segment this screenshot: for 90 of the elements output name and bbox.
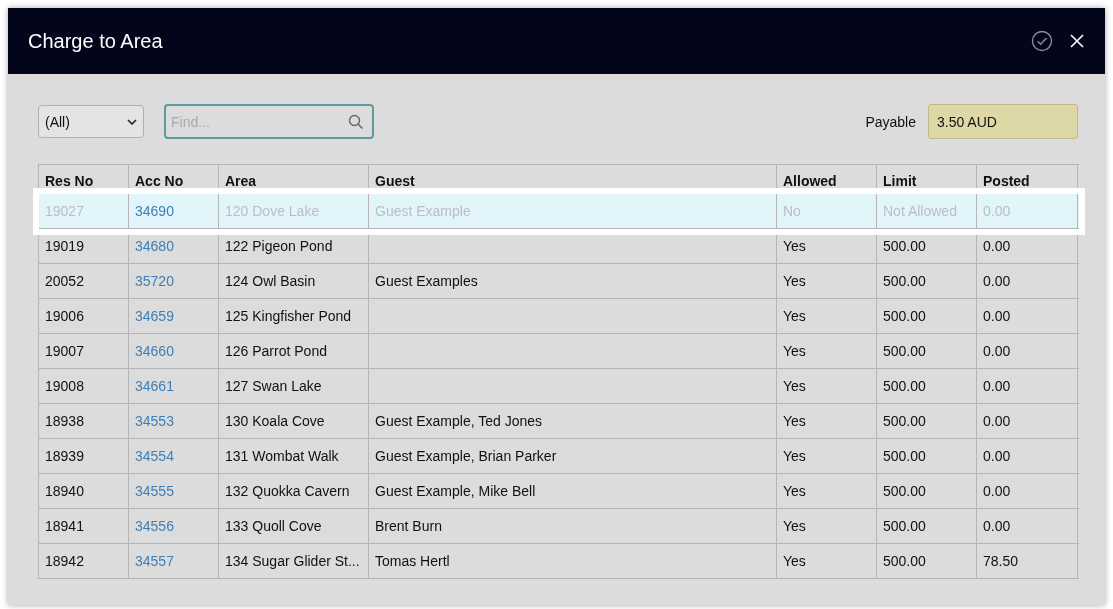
- table-cell: 124 Owl Basin: [225, 273, 316, 289]
- table-row[interactable]: 19006 34659 125 Kingfisher Pond Yes 500.00 0.00: [39, 299, 1079, 334]
- table-cell: 0.00: [983, 413, 1011, 429]
- table-cell: Yes: [783, 413, 806, 429]
- table-cell: Guest Example, Mike Bell: [375, 483, 536, 499]
- table-cell: 19008: [45, 378, 84, 394]
- table-cell: 500.00: [883, 308, 926, 324]
- confirm-icon[interactable]: [1031, 30, 1053, 52]
- account-link[interactable]: 34556: [135, 518, 174, 534]
- table-row[interactable]: 18942 34557 134 Sugar Glider St... Tomas Hertl Yes 500.00 78.50: [39, 544, 1079, 579]
- account-link[interactable]: 34557: [135, 553, 174, 569]
- account-link[interactable]: 34554: [135, 448, 174, 464]
- chevron-down-icon: [127, 118, 137, 125]
- table-cell: 0.00: [983, 343, 1011, 359]
- table-cell: Yes: [783, 343, 806, 359]
- table-cell: Yes: [783, 273, 806, 289]
- filter-dropdown[interactable]: (All): [38, 105, 144, 138]
- table-cell: 18941: [45, 518, 84, 534]
- table-row[interactable]: 18939 34554 131 Wombat Walk Guest Example, Brian Parker Yes 500.00 0.00: [39, 439, 1079, 474]
- table-cell: 0.00: [983, 483, 1011, 499]
- table-cell: 500.00: [883, 553, 926, 569]
- table-row[interactable]: 18938 34553 130 Koala Cove Guest Example, Ted Jones Yes 500.00 0.00: [39, 404, 1079, 439]
- table-row[interactable]: 19007 34660 126 Parrot Pond Yes 500.00 0.00: [39, 334, 1079, 369]
- table-cell: Brent Burn: [375, 518, 442, 534]
- table-cell: Yes: [783, 518, 806, 534]
- table-cell: Not Allowed: [883, 203, 957, 219]
- account-link[interactable]: 34660: [135, 343, 174, 359]
- table-cell: Yes: [783, 238, 806, 254]
- account-link[interactable]: 34555: [135, 483, 174, 499]
- table-cell: 18938: [45, 413, 84, 429]
- table-cell: 20052: [45, 273, 84, 289]
- table-cell: 500.00: [883, 378, 926, 394]
- table-cell: 18940: [45, 483, 84, 499]
- table-cell: 131 Wombat Walk: [225, 448, 339, 464]
- table-cell: Tomas Hertl: [375, 553, 450, 569]
- table-cell: 500.00: [883, 343, 926, 359]
- table-cell: Guest Examples: [375, 273, 478, 289]
- table-cell: 78.50: [983, 553, 1019, 569]
- table-row[interactable]: 18940 34555 132 Quokka Cavern Guest Example, Mike Bell Yes 500.00 0.00: [39, 474, 1079, 509]
- account-link[interactable]: 34661: [135, 378, 174, 394]
- table-cell: 0.00: [983, 518, 1011, 534]
- table-cell: Guest Example, Brian Parker: [375, 448, 557, 464]
- table-cell: Yes: [783, 308, 806, 324]
- table-cell: 500.00: [883, 448, 926, 464]
- table-cell: 19006: [45, 308, 84, 324]
- table-cell: 0.00: [983, 448, 1011, 464]
- payable-label: Payable: [865, 113, 916, 130]
- table-cell: 19027: [45, 203, 84, 219]
- account-link[interactable]: 34659: [135, 308, 174, 324]
- table-cell: 18942: [45, 553, 84, 569]
- table-cell: 132 Quokka Cavern: [225, 483, 350, 499]
- table-cell: 0.00: [983, 308, 1011, 324]
- account-link[interactable]: 34553: [135, 413, 174, 429]
- table-cell: 125 Kingfisher Pond: [225, 308, 352, 324]
- table-row[interactable]: 19019 34680 122 Pigeon Pond Yes 500.00 0.00: [39, 229, 1079, 264]
- table-cell: 130 Koala Cove: [225, 413, 325, 429]
- table-cell: 127 Swan Lake: [225, 378, 322, 394]
- table-cell: 0.00: [983, 203, 1011, 219]
- close-icon[interactable]: [1069, 33, 1085, 49]
- table-cell: 500.00: [883, 483, 926, 499]
- table-cell: Yes: [783, 448, 806, 464]
- table-cell: 126 Parrot Pond: [225, 343, 327, 359]
- account-link[interactable]: 34680: [135, 238, 174, 254]
- table-cell: 500.00: [883, 413, 926, 429]
- table-row[interactable]: 19008 34661 127 Swan Lake Yes 500.00 0.00: [39, 369, 1079, 404]
- window-title: Charge to Area: [28, 29, 163, 53]
- table-cell: 0.00: [983, 238, 1011, 254]
- table-cell: No: [783, 203, 801, 219]
- table-cell: 500.00: [883, 518, 926, 534]
- table-cell: Guest Example: [375, 203, 471, 219]
- table-row[interactable]: 18941 34556 133 Quoll Cove Brent Burn Yes 500.00 0.00: [39, 509, 1079, 544]
- table-cell: 500.00: [883, 273, 926, 289]
- table-cell: 122 Pigeon Pond: [225, 238, 333, 254]
- table-cell: 18939: [45, 448, 84, 464]
- table-cell: 133 Quoll Cove: [225, 518, 322, 534]
- account-link[interactable]: 35720: [135, 273, 174, 289]
- table-cell: 19007: [45, 343, 84, 359]
- table-cell: Yes: [783, 378, 806, 394]
- table-cell: 19019: [45, 238, 84, 254]
- table-cell: 134 Sugar Glider St...: [225, 553, 360, 569]
- table-cell: 120 Dove Lake: [225, 203, 320, 219]
- table-cell: Guest Example, Ted Jones: [375, 413, 543, 429]
- search-icon: [348, 114, 364, 130]
- table-cell: Yes: [783, 553, 806, 569]
- table-row[interactable]: 20052 35720 124 Owl Basin Guest Examples Yes 500.00 0.00: [39, 264, 1079, 299]
- payable-field: 3.50 AUD: [928, 104, 1078, 139]
- table-cell: 0.00: [983, 273, 1011, 289]
- table-cell: 0.00: [983, 378, 1011, 394]
- table-cell: Yes: [783, 483, 806, 499]
- table-cell: 500.00: [883, 238, 926, 254]
